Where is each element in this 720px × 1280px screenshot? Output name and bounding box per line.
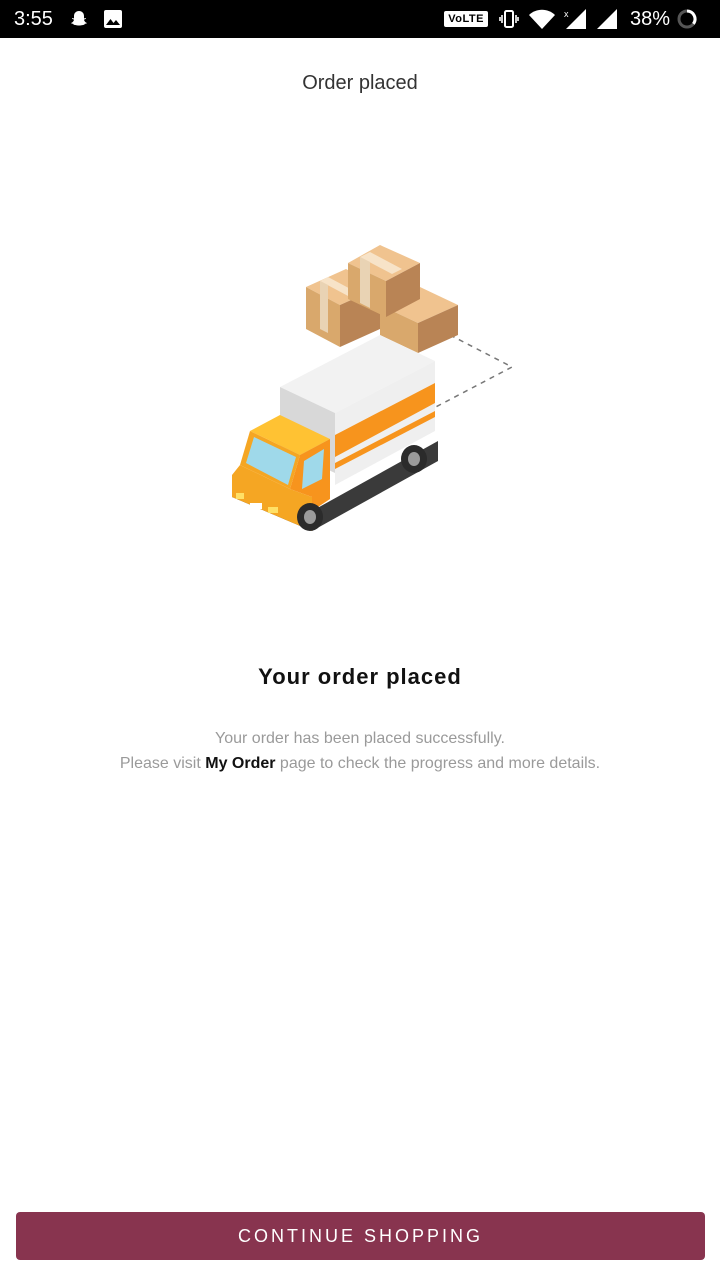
continue-shopping-button[interactable]: CONTINUE SHOPPING bbox=[16, 1212, 705, 1260]
status-bar-left: 3:55 bbox=[14, 8, 137, 31]
signal-icon: x bbox=[564, 8, 588, 30]
snapchat-ghost-icon bbox=[69, 9, 89, 29]
battery-ring-icon bbox=[676, 8, 698, 30]
status-bar: 3:55 VoLTE x 38% bbox=[0, 0, 720, 38]
order-message: Your order has been placed successfully.… bbox=[0, 726, 720, 776]
message-suffix: page to check the progress and more deta… bbox=[275, 755, 601, 772]
my-order-link[interactable]: My Order bbox=[205, 755, 275, 772]
image-icon bbox=[103, 9, 123, 29]
truck-icon bbox=[232, 335, 438, 531]
signal-icon-secondary bbox=[596, 8, 618, 30]
order-placed-heading: Your order placed bbox=[258, 664, 462, 689]
message-line-1: Your order has been placed successfully. bbox=[215, 730, 505, 747]
svg-text:x: x bbox=[564, 9, 569, 19]
status-time: 3:55 bbox=[14, 7, 53, 30]
message-prefix: Please visit bbox=[119, 755, 206, 772]
vibrate-icon bbox=[498, 8, 520, 30]
page-title: Order placed bbox=[302, 72, 418, 94]
message-line-2: Please visit My Order page to check the … bbox=[0, 751, 720, 776]
battery-percent: 38% bbox=[629, 7, 670, 30]
status-bar-right: VoLTE x 38% bbox=[444, 8, 706, 31]
delivery-truck-illustration bbox=[220, 235, 520, 540]
volte-badge: VoLTE bbox=[444, 11, 488, 27]
wifi-icon bbox=[528, 8, 556, 30]
